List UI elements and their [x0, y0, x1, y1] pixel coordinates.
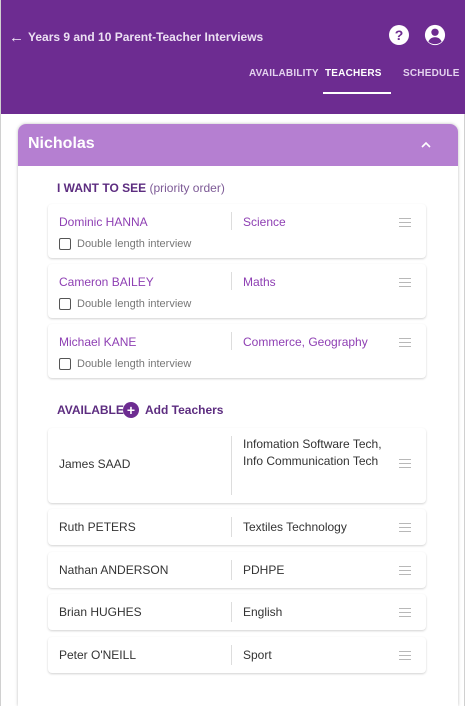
- priority-teacher-row[interactable]: Michael KANE Commerce, Geography Double …: [48, 324, 426, 378]
- drag-handle-icon[interactable]: [399, 523, 411, 532]
- teacher-subject: English: [243, 605, 283, 619]
- teacher-name[interactable]: Dominic HANNA: [59, 215, 148, 229]
- teacher-name[interactable]: Cameron BAILEY: [59, 275, 154, 289]
- double-length-checkbox[interactable]: [59, 298, 71, 310]
- teacher-subject: Sport: [243, 648, 272, 662]
- want-to-see-sublabel: (priority order): [149, 181, 225, 195]
- teacher-name[interactable]: Nathan ANDERSON: [59, 563, 168, 577]
- teacher-subject: PDHPE: [243, 563, 285, 577]
- available-teacher-row[interactable]: Brian HUGHES English: [48, 594, 426, 630]
- drag-handle-icon[interactable]: [399, 459, 411, 468]
- teacher-subject: Science: [243, 215, 286, 229]
- teacher-name[interactable]: Peter O'NEILL: [59, 648, 136, 662]
- double-length-option[interactable]: Double length interview: [59, 358, 191, 370]
- help-icon[interactable]: ?: [389, 25, 409, 45]
- teacher-subject: Textiles Technology: [243, 520, 347, 534]
- tab-bar: AVAILABILITY TEACHERS SCHEDULE: [1, 60, 465, 94]
- active-tab-indicator: [323, 92, 391, 94]
- student-name: Nicholas: [28, 135, 95, 152]
- teacher-name[interactable]: Brian HUGHES: [59, 605, 142, 619]
- row-divider: [231, 436, 232, 495]
- double-length-checkbox[interactable]: [59, 238, 71, 250]
- double-length-label: Double length interview: [77, 238, 192, 250]
- teacher-subject: Commerce, Geography: [243, 335, 368, 349]
- double-length-checkbox[interactable]: [59, 358, 71, 370]
- available-teacher-row[interactable]: Peter O'NEILL Sport: [48, 637, 426, 673]
- chevron-up-icon[interactable]: [419, 138, 433, 152]
- row-divider: [231, 212, 232, 230]
- teacher-subject: Maths: [243, 275, 276, 289]
- row-divider: [231, 517, 232, 537]
- want-to-see-heading: I WANT TO SEE (priority order): [57, 181, 225, 195]
- drag-handle-icon[interactable]: [399, 218, 411, 227]
- drag-handle-icon[interactable]: [399, 566, 411, 575]
- want-to-see-label: I WANT TO SEE: [57, 181, 147, 195]
- tab-teachers[interactable]: TEACHERS: [325, 68, 382, 79]
- app-frame: ← Years 9 and 10 Parent-Teacher Intervie…: [0, 0, 465, 706]
- teacher-name[interactable]: Ruth PETERS: [59, 520, 136, 534]
- teacher-name[interactable]: James SAAD: [59, 457, 130, 471]
- tab-schedule[interactable]: SCHEDULE: [403, 68, 460, 79]
- add-teachers-button[interactable]: + Add Teachers: [123, 402, 223, 418]
- student-card-header[interactable]: Nicholas: [18, 124, 458, 166]
- drag-handle-icon[interactable]: [399, 278, 411, 287]
- teacher-subject: Infomation Software Tech, Info Communica…: [243, 437, 382, 468]
- double-length-label: Double length interview: [77, 358, 192, 370]
- available-teacher-row[interactable]: Ruth PETERS Textiles Technology: [48, 509, 426, 545]
- drag-handle-icon[interactable]: [399, 608, 411, 617]
- available-heading: AVAILABLE: [57, 403, 124, 417]
- row-divider: [231, 645, 232, 665]
- double-length-label: Double length interview: [77, 298, 192, 310]
- row-divider: [231, 332, 232, 350]
- priority-teacher-row[interactable]: Cameron BAILEY Maths Double length inter…: [48, 264, 426, 318]
- available-teacher-row[interactable]: Nathan ANDERSON PDHPE: [48, 552, 426, 588]
- available-teacher-row[interactable]: James SAAD Infomation Software Tech, Inf…: [48, 428, 426, 503]
- header-title-group[interactable]: ← Years 9 and 10 Parent-Teacher Intervie…: [9, 27, 263, 47]
- teacher-name[interactable]: Michael KANE: [59, 335, 136, 349]
- arrow-left-icon[interactable]: ←: [9, 29, 24, 46]
- drag-handle-icon[interactable]: [399, 338, 411, 347]
- row-divider: [231, 272, 232, 290]
- tab-availability[interactable]: AVAILABILITY: [249, 68, 319, 79]
- drag-handle-icon[interactable]: [399, 651, 411, 660]
- double-length-option[interactable]: Double length interview: [59, 238, 191, 250]
- double-length-option[interactable]: Double length interview: [59, 298, 191, 310]
- priority-teacher-row[interactable]: Dominic HANNA Science Double length inte…: [48, 204, 426, 258]
- account-circle-icon[interactable]: [424, 24, 446, 46]
- row-divider: [231, 560, 232, 580]
- event-title: Years 9 and 10 Parent-Teacher Interviews: [28, 30, 264, 44]
- add-teachers-label: Add Teachers: [145, 403, 224, 417]
- plus-circle-icon: +: [123, 402, 139, 418]
- row-divider: [231, 602, 232, 622]
- app-header: ← Years 9 and 10 Parent-Teacher Intervie…: [1, 0, 465, 114]
